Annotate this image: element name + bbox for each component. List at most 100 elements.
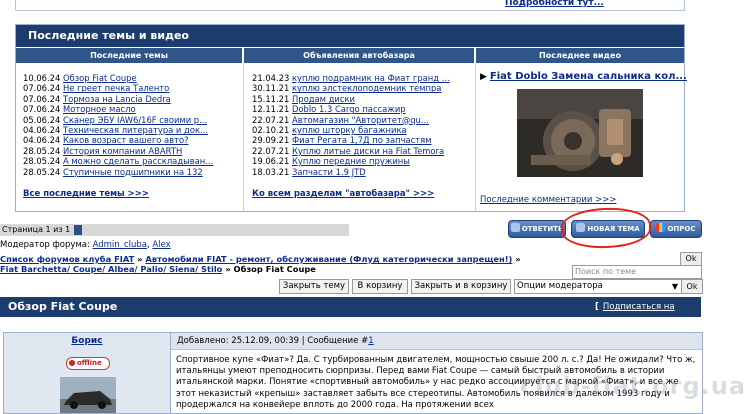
breadcrumb: Список форумов клуба FIAT » Автомобили F… bbox=[0, 254, 540, 274]
item-link[interactable]: Doblo 1.3 Cargo пассажир bbox=[292, 104, 406, 114]
list-item: 29.09.21 Фиат Регата 1,7Д по запчастям bbox=[252, 135, 450, 145]
item-link[interactable]: Автомагазин "Автоpитет@qu... bbox=[292, 115, 429, 125]
item-date: 18.03.21 bbox=[252, 166, 290, 177]
list-item: 07.06.24 Моторное масло bbox=[23, 104, 213, 114]
list-item: 21.04.23 куплю подрамник на Фиат гранд .… bbox=[252, 73, 450, 83]
latest-topics-panel: Последние темы и видео Последние темы Об… bbox=[15, 24, 687, 212]
item-link[interactable]: Ступичные подшипники на 132 bbox=[63, 167, 203, 177]
all-ads-link[interactable]: Ко всем разделам "автобазара" >>> bbox=[252, 189, 434, 199]
item-link[interactable]: Тормоза на Lancia Dedra bbox=[63, 94, 171, 104]
list-item: 22.07.21 Куплю литые диски на Fiat Temor… bbox=[252, 146, 450, 156]
item-link[interactable]: Фиат Регата 1,7Д по запчастям bbox=[292, 135, 432, 145]
item-link[interactable]: Куплю литые диски на Fiat Temora bbox=[292, 146, 444, 156]
item-link[interactable]: Обзор Fiat Coupe bbox=[63, 73, 137, 83]
forum-moderators: Модератор форума: Admin_cluba, Alex bbox=[0, 240, 171, 250]
video-title-link[interactable]: ▶ Fiat Doblo Замена сальника кол... bbox=[480, 71, 687, 82]
reply-button[interactable]: ОТВЕТИТЬ bbox=[508, 220, 566, 238]
watermark: club-fiat.org.ua bbox=[520, 372, 747, 400]
list-item: 12.11.21 Doblo 1.3 Cargo пассажир bbox=[252, 104, 450, 114]
item-link[interactable]: Техническая литература и док... bbox=[63, 125, 208, 135]
item-link[interactable]: Не греет печка Таленто bbox=[63, 83, 169, 93]
item-date: 28.05.24 bbox=[23, 156, 61, 167]
item-date: 07.06.24 bbox=[23, 104, 61, 115]
item-date: 28.05.24 bbox=[23, 145, 61, 156]
post-meta-text: Добавлено: 25.12.09, 00:39 | Сообщение # bbox=[177, 336, 369, 346]
post-author-link[interactable]: Борис bbox=[4, 336, 170, 346]
list-item: 07.06.24 Тормоза на Lancia Dedra bbox=[23, 94, 213, 104]
moderator-options-value: Опции модератора bbox=[517, 281, 603, 291]
close-topic-button[interactable]: Закрыть тему bbox=[279, 279, 349, 294]
reply-icon bbox=[510, 223, 520, 232]
item-link[interactable]: Сканер ЭБУ IAW6/16F своими р... bbox=[63, 115, 207, 125]
latest-topics-list: 10.06.24 Обзор Fiat Coupe 07.06.24 Не гре… bbox=[23, 73, 213, 177]
list-item: 18.03.21 Запчасти 1.9 JTD bbox=[252, 167, 450, 177]
all-topics-link[interactable]: Все последние темы >>> bbox=[23, 189, 149, 199]
latest-panel-title: Последние темы и видео bbox=[28, 29, 189, 42]
video-thumbnail[interactable] bbox=[517, 89, 643, 177]
topic-title: Обзор Fiat Coupe bbox=[8, 300, 118, 313]
breadcrumb-link-forums[interactable]: Список форумов клуба FIAT bbox=[0, 254, 134, 264]
last-comments-link[interactable]: Последние комментарии >>> bbox=[480, 195, 616, 205]
item-date: 12.11.21 bbox=[252, 104, 290, 115]
poll-button[interactable]: ОПРОС bbox=[650, 220, 702, 238]
item-date: 29.09.21 bbox=[252, 135, 290, 146]
list-item: 02.10.21 куплю шторку багажника bbox=[252, 125, 450, 135]
close-and-trash-button[interactable]: Закрыть и в корзину bbox=[411, 279, 511, 294]
item-link[interactable]: История компании ABARTH bbox=[63, 146, 182, 156]
moderator-separator: , bbox=[146, 240, 150, 250]
breadcrumb-link-category[interactable]: Автомобили FIAT - ремонт, обслуживание (… bbox=[145, 254, 512, 264]
poll-button-label: ОПРОС bbox=[667, 225, 696, 233]
list-item: 04.06.24 Техническая литература и док... bbox=[23, 125, 213, 135]
status-badge: offline bbox=[66, 357, 110, 370]
moderator-ok-button[interactable]: Ok bbox=[681, 279, 703, 294]
post-number-link[interactable]: 1 bbox=[368, 336, 373, 346]
list-item: 28.05.24 А можно сделать расскладыван... bbox=[23, 156, 213, 166]
breadcrumb-link-subforum[interactable]: Fiat Barchetta/ Coupe/ Albea/ Palio/ Sie… bbox=[0, 264, 222, 274]
latest-panel-header: Последние темы и видео bbox=[16, 25, 684, 47]
post-meta-bar: Добавлено: 25.12.09, 00:39 | Сообщение #… bbox=[171, 333, 702, 350]
details-link[interactable]: Подробности тут... bbox=[505, 0, 604, 8]
topic-search-input[interactable]: Поиск по теме bbox=[572, 265, 702, 279]
column-header-video: Последнее видео bbox=[476, 48, 684, 63]
item-link[interactable]: Моторное масло bbox=[63, 104, 136, 114]
item-link[interactable]: куплю элстеклоподемник темпра bbox=[292, 83, 441, 93]
item-date: 10.06.24 bbox=[23, 73, 61, 83]
subscribe-link[interactable]: Подписаться на тему bbox=[595, 302, 675, 332]
item-date: 28.05.24 bbox=[23, 166, 61, 177]
item-link[interactable]: Куплю передние пружины bbox=[292, 156, 410, 166]
item-date: 22.07.21 bbox=[252, 114, 290, 125]
column-divider bbox=[243, 63, 244, 211]
item-link[interactable]: куплю подрамник на Фиат гранд ... bbox=[292, 73, 450, 83]
moderator-options-select[interactable]: Опции модератора ▼ bbox=[514, 279, 682, 294]
breadcrumb-current: Обзор Fiat Coupe bbox=[233, 264, 316, 274]
search-ok-button[interactable]: Ok bbox=[680, 252, 702, 266]
column-header-topics: Последние темы bbox=[16, 48, 242, 63]
item-link[interactable]: куплю шторку багажника bbox=[292, 125, 407, 135]
list-item: 04.06.24 Каков возраст вашего авто? bbox=[23, 135, 213, 145]
moderator-link[interactable]: Alex bbox=[152, 240, 170, 250]
status-dot-icon bbox=[69, 359, 75, 366]
item-date: 15.11.21 bbox=[252, 93, 290, 104]
item-date: 19.06.21 bbox=[252, 156, 290, 167]
item-link[interactable]: Продам диски bbox=[292, 94, 355, 104]
page-indicator: Страница 1 из 1 bbox=[2, 225, 71, 234]
current-page-marker[interactable] bbox=[74, 224, 83, 235]
list-item: 22.07.21 Автомагазин "Автоpитет@qu... bbox=[252, 115, 450, 125]
move-to-trash-button[interactable]: В корзину bbox=[352, 279, 408, 294]
highlight-circle-annotation bbox=[560, 206, 652, 250]
list-item: 05.06.24 Сканер ЭБУ IAW6/16F своими р... bbox=[23, 115, 213, 125]
list-item: 28.05.24 История компании ABARTH bbox=[23, 146, 213, 156]
item-link[interactable]: А можно сделать расскладыван... bbox=[63, 156, 213, 166]
column-divider bbox=[475, 63, 476, 211]
moderator-link[interactable]: Admin_cluba bbox=[93, 240, 147, 250]
latest-ads-list: 21.04.23 куплю подрамник на Фиат гранд .… bbox=[252, 73, 450, 177]
topic-header: Обзор Fiat Coupe [Подписаться на тему] bbox=[0, 297, 701, 332]
item-date: 05.06.24 bbox=[23, 114, 61, 125]
play-triangle-icon: ▶ bbox=[480, 72, 487, 82]
item-date: 07.06.24 bbox=[23, 83, 61, 94]
item-link[interactable]: Каков возраст вашего авто? bbox=[63, 135, 189, 145]
subscribe-control: [Подписаться на тему] bbox=[595, 297, 701, 337]
video-title-text: Fiat Doblo Замена сальника кол... bbox=[489, 71, 687, 82]
breadcrumb-separator: » bbox=[512, 254, 521, 264]
item-link[interactable]: Запчасти 1.9 JTD bbox=[292, 167, 366, 177]
